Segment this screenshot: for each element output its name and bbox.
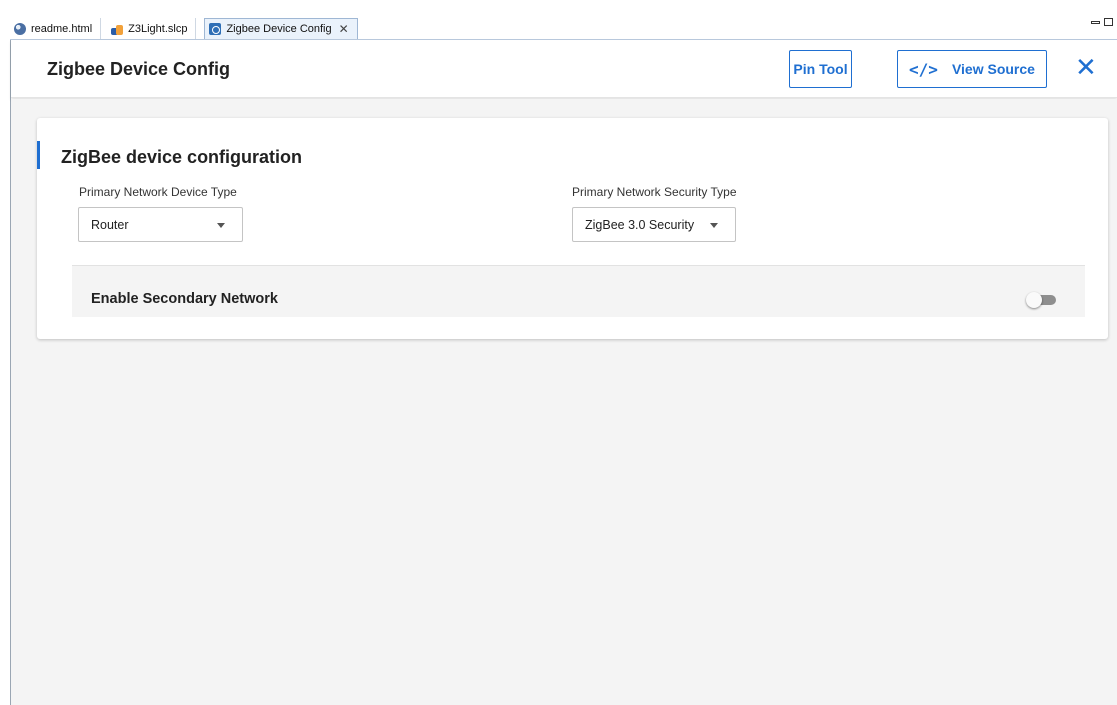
tab-z3light[interactable]: Z3Light.slcp: [101, 18, 197, 39]
section-accent-bar: [37, 141, 40, 169]
toolbar-remnant: [0, 0, 1117, 18]
close-tab-icon[interactable]: ✕: [339, 22, 349, 36]
tab-label: Z3Light.slcp: [128, 22, 188, 35]
globe-icon: [14, 22, 26, 35]
device-type-label: Primary Network Device Type: [79, 185, 237, 199]
toggle-knob: [1026, 292, 1042, 308]
chevron-down-icon: [710, 223, 718, 228]
security-type-value: ZigBee 3.0 Security: [585, 217, 695, 232]
device-type-value: Router: [91, 217, 129, 232]
tab-zigbee-device-config[interactable]: Zigbee Device Config ✕: [204, 18, 358, 39]
device-type-select[interactable]: Router: [78, 207, 243, 242]
close-icon[interactable]: ✕: [1075, 54, 1097, 80]
tab-label: readme.html: [31, 22, 93, 35]
secondary-network-toggle[interactable]: [1026, 292, 1056, 308]
project-icon: [111, 23, 124, 35]
maximize-icon[interactable]: [1104, 18, 1113, 26]
window-controls: [1091, 18, 1113, 26]
security-type-select[interactable]: ZigBee 3.0 Security: [572, 207, 736, 242]
view-source-label: View Source: [951, 61, 1035, 77]
chevron-down-icon: [217, 223, 225, 228]
editor-tab-strip: readme.html Z3Light.slcp Zigbee Device C…: [0, 0, 1117, 40]
main-content: ZigBee device configuration Primary Netw…: [11, 99, 1117, 705]
minimize-icon[interactable]: [1091, 21, 1100, 24]
tab-readme[interactable]: readme.html: [10, 18, 102, 39]
editor-tabs: readme.html Z3Light.slcp Zigbee Device C…: [10, 18, 1117, 40]
pin-tool-button[interactable]: Pin Tool: [789, 50, 852, 88]
view-source-button[interactable]: </> View Source: [897, 50, 1047, 88]
config-icon: [209, 23, 222, 35]
config-card: ZigBee device configuration Primary Netw…: [37, 118, 1108, 339]
secondary-network-label: Enable Secondary Network: [91, 291, 278, 307]
pin-tool-label: Pin Tool: [793, 61, 848, 77]
secondary-network-row: Enable Secondary Network: [72, 265, 1085, 317]
page-title: Zigbee Device Config: [47, 59, 231, 79]
code-icon: </>: [909, 59, 938, 79]
tab-label: Zigbee Device Config: [226, 23, 332, 35]
config-header: Zigbee Device Config Pin Tool </> View S…: [11, 40, 1117, 98]
section-title: ZigBee device configuration: [61, 147, 303, 167]
security-type-label: Primary Network Security Type: [572, 185, 737, 199]
